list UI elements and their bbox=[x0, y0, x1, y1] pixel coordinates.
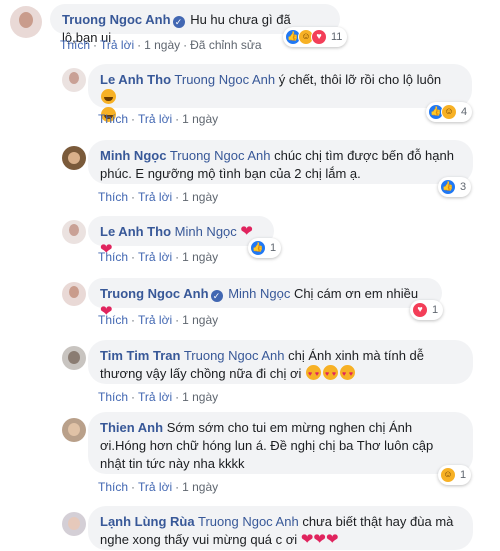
like-link[interactable]: Thích bbox=[60, 38, 90, 52]
heart-eyes-emoji-icon bbox=[323, 365, 339, 384]
heart-eyes-emoji-icon bbox=[306, 365, 322, 384]
like-link[interactable]: Thích bbox=[98, 313, 128, 327]
reaction-summary[interactable]: 👍 1 bbox=[248, 238, 282, 258]
comment-author[interactable]: Le Anh Tho bbox=[100, 224, 171, 239]
avatar[interactable] bbox=[62, 68, 86, 92]
comment-bubble: Le Anh Tho Truong Ngoc Anh ý chết, thôi … bbox=[88, 64, 472, 122]
like-link[interactable]: Thích bbox=[98, 250, 128, 264]
mention-link[interactable]: Truong Ngoc Anh bbox=[170, 148, 271, 163]
haha-reaction-icon: ☺ bbox=[441, 104, 457, 120]
avatar[interactable] bbox=[10, 6, 42, 38]
avatar[interactable] bbox=[62, 418, 86, 442]
reply-link[interactable]: Trả lời bbox=[100, 38, 134, 52]
mention-link[interactable]: Truong Ngoc Anh bbox=[184, 348, 285, 363]
avatar[interactable] bbox=[62, 282, 86, 306]
like-reaction-icon: 👍 bbox=[440, 179, 456, 195]
reaction-summary[interactable]: ♥ 1 bbox=[410, 300, 444, 320]
comment-author[interactable]: Thien Anh bbox=[100, 420, 163, 435]
verified-icon: ✓ bbox=[172, 16, 185, 28]
reaction-count: 3 bbox=[460, 181, 467, 193]
like-link[interactable]: Thích bbox=[98, 390, 128, 404]
comment-text: ý chết, thôi lỡ rồi cho lộ luôn bbox=[275, 72, 442, 87]
heart-emoji-icon: ❤ bbox=[240, 223, 253, 240]
like-reaction-icon: 👍 bbox=[250, 240, 266, 256]
comment-bubble: Minh Ngọc Truong Ngoc Anh chúc chị tìm đ… bbox=[88, 140, 473, 184]
mention-link[interactable]: Minh Ngọc bbox=[175, 224, 237, 239]
timestamp[interactable]: 1 ngày bbox=[182, 313, 218, 327]
comment-actions: Thích · Trả lời · 1 ngày bbox=[98, 313, 219, 327]
timestamp[interactable]: 1 ngày bbox=[182, 190, 218, 204]
reply-link[interactable]: Trả lời bbox=[138, 190, 172, 204]
comment-author[interactable]: Le Anh Tho bbox=[100, 72, 171, 87]
reaction-summary[interactable]: 👍 3 bbox=[438, 177, 472, 197]
comment-actions: Thích · Trả lời · 1 ngày bbox=[98, 250, 219, 264]
mention-link[interactable]: Truong Ngoc Anh bbox=[198, 514, 299, 529]
timestamp[interactable]: 1 ngày bbox=[182, 112, 218, 126]
avatar[interactable] bbox=[62, 512, 86, 536]
grin-emoji-icon bbox=[101, 89, 116, 104]
comment-bubble: Truong Ngoc Anh ✓ Minh Ngọc Chị cám ơn em… bbox=[88, 278, 442, 320]
comment-bubble: Le Anh Tho Minh Ngọc ❤❤ bbox=[88, 216, 274, 258]
reply-link[interactable]: Trả lời bbox=[138, 112, 172, 126]
comment-actions: Thích · Trả lời · 1 ngày bbox=[98, 112, 219, 126]
timestamp[interactable]: 1 ngày bbox=[182, 480, 218, 494]
haha-reaction-icon: ☺ bbox=[440, 467, 456, 483]
comment-author[interactable]: Truong Ngoc Anh bbox=[62, 12, 171, 27]
comment-bubble: Lạnh Lùng Rùa Truong Ngoc Anh chưa biết … bbox=[88, 506, 473, 550]
comment-author[interactable]: Minh Ngọc bbox=[100, 148, 166, 163]
reaction-count: 1 bbox=[270, 242, 277, 254]
reaction-count: 1 bbox=[432, 304, 439, 316]
like-link[interactable]: Thích bbox=[98, 190, 128, 204]
timestamp[interactable]: 1 ngày bbox=[144, 38, 180, 52]
reply-link[interactable]: Trả lời bbox=[138, 390, 172, 404]
comment-bubble: Tim Tim Tran Truong Ngoc Anh chị Ánh xin… bbox=[88, 340, 473, 384]
comment-author[interactable]: Tim Tim Tran bbox=[100, 348, 180, 363]
comment-author[interactable]: Truong Ngoc Anh bbox=[100, 286, 209, 301]
like-link[interactable]: Thích bbox=[98, 480, 128, 494]
like-link[interactable]: Thích bbox=[98, 112, 128, 126]
heart-emoji-icon: ❤ bbox=[313, 531, 326, 548]
heart-emoji-icon: ❤ bbox=[325, 531, 339, 548]
heart-emoji-icon: ❤ bbox=[300, 531, 314, 548]
avatar[interactable] bbox=[62, 346, 86, 370]
avatar[interactable] bbox=[62, 146, 86, 170]
reaction-count: 4 bbox=[461, 106, 468, 118]
comment-author[interactable]: Lạnh Lùng Rùa bbox=[100, 514, 195, 529]
reaction-count: 11 bbox=[331, 31, 343, 43]
love-reaction-icon: ♥ bbox=[311, 29, 327, 45]
reaction-summary[interactable]: ☺ 1 bbox=[438, 465, 472, 485]
reaction-summary[interactable]: 👍 ☺ 4 bbox=[426, 102, 473, 122]
reply-link[interactable]: Trả lời bbox=[138, 250, 172, 264]
reaction-count: 1 bbox=[460, 469, 467, 481]
reply-link[interactable]: Trả lời bbox=[138, 480, 172, 494]
comment-bubble: Thien Anh Sớm sớm cho tui em mừng nghen … bbox=[88, 412, 473, 474]
avatar[interactable] bbox=[62, 220, 86, 244]
timestamp[interactable]: 1 ngày bbox=[182, 250, 218, 264]
verified-icon: ✓ bbox=[210, 290, 223, 302]
reaction-summary[interactable]: 👍 ☺ ♥ 11 bbox=[283, 27, 348, 47]
reply-link[interactable]: Trả lời bbox=[138, 313, 172, 327]
love-reaction-icon: ♥ bbox=[412, 302, 428, 318]
mention-link[interactable]: Truong Ngoc Anh bbox=[174, 72, 275, 87]
edited-label[interactable]: Đã chỉnh sửa bbox=[190, 38, 261, 52]
comment-actions: Thích · Trả lời · 1 ngày bbox=[98, 190, 219, 204]
comment-text: Chị cám ơn em nhiều bbox=[290, 286, 419, 301]
timestamp[interactable]: 1 ngày bbox=[182, 390, 218, 404]
heart-eyes-emoji-icon bbox=[340, 365, 356, 384]
mention-link[interactable]: Minh Ngọc bbox=[228, 286, 290, 301]
comment-actions: Thích · Trả lời · 1 ngày bbox=[98, 390, 219, 404]
comment-actions: Thích · Trả lời · 1 ngày · Đã chỉnh sửa bbox=[60, 38, 262, 52]
comment-actions: Thích · Trả lời · 1 ngày bbox=[98, 480, 219, 494]
